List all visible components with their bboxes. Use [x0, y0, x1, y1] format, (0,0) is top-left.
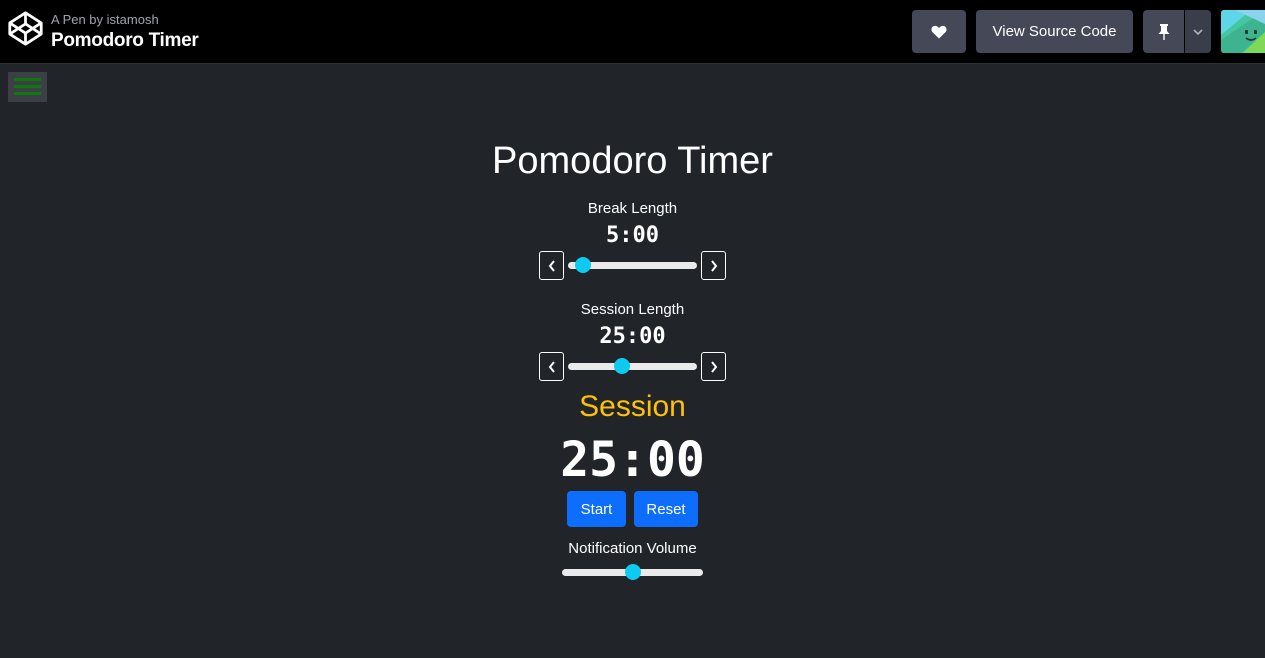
session-decrement-button[interactable]: [539, 352, 564, 381]
hamburger-line: [14, 85, 41, 88]
session-length-slider[interactable]: [568, 358, 697, 374]
break-slider-thumb[interactable]: [575, 257, 592, 273]
notification-volume-slider[interactable]: [562, 564, 703, 580]
hamburger-menu-icon: [14, 78, 41, 81]
chevron-left-icon: [548, 360, 555, 373]
heart-button[interactable]: [912, 10, 966, 53]
pin-dropdown-button[interactable]: [1185, 10, 1211, 53]
hamburger-line: [14, 92, 41, 95]
notification-volume-label: Notification Volume: [568, 540, 697, 557]
break-increment-button[interactable]: [701, 251, 726, 280]
session-increment-button[interactable]: [701, 352, 726, 381]
user-avatar[interactable]: [1221, 10, 1265, 53]
session-length-value: 25:00: [599, 324, 666, 349]
codepen-header: A Pen by istamosh Pomodoro Timer View So…: [0, 0, 1265, 64]
session-slider-thumb[interactable]: [614, 358, 631, 374]
session-length-label: Session Length: [580, 301, 685, 318]
volume-slider-thumb[interactable]: [624, 564, 641, 580]
pen-title: Pomodoro Timer: [51, 30, 199, 51]
break-decrement-button[interactable]: [539, 251, 564, 280]
pen-byline[interactable]: A Pen by istamosh: [51, 12, 159, 27]
timer-display: 25:00: [560, 432, 705, 488]
pin-icon: [1158, 23, 1169, 40]
codepen-logo-icon[interactable]: [7, 10, 44, 47]
timer-mode-label: Session: [579, 390, 686, 423]
chevron-down-icon: [1193, 28, 1203, 35]
pin-button[interactable]: [1143, 10, 1184, 53]
break-length-value: 5:00: [606, 223, 659, 248]
view-source-button[interactable]: View Source Code: [976, 10, 1133, 53]
app-title: Pomodoro Timer: [492, 140, 773, 182]
chevron-right-icon: [710, 360, 717, 373]
reset-button[interactable]: Reset: [634, 491, 698, 527]
heart-icon: [931, 25, 947, 38]
chevron-right-icon: [710, 259, 717, 272]
chevron-left-icon: [548, 259, 555, 272]
break-length-slider[interactable]: [568, 257, 697, 273]
hamburger-menu-button[interactable]: [8, 72, 47, 102]
start-button[interactable]: Start: [567, 491, 626, 527]
break-length-label: Break Length: [587, 200, 678, 217]
